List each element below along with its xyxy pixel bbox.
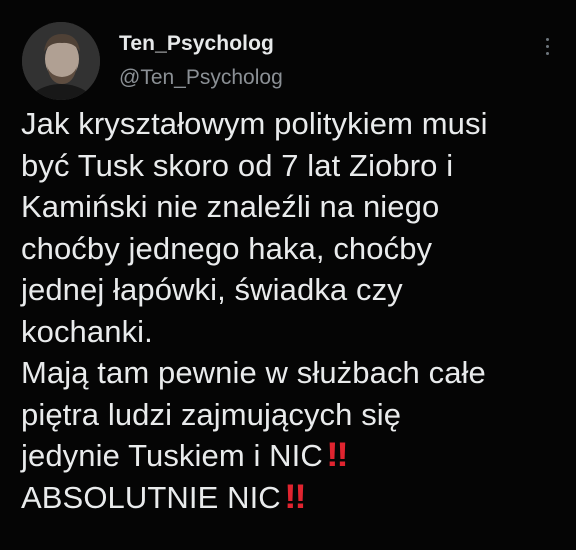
tweet-line: jednej łapówki, świadka czy — [21, 272, 403, 307]
tweet-line: być Tusk skoro od 7 lat Ziobro i — [21, 147, 454, 183]
tweet-line: Mają tam pewnie w służbach całe — [21, 355, 486, 390]
tweet-line-with-emphasis: jedynie Tuskiem i NIC‼ — [21, 435, 561, 477]
avatar-image — [22, 22, 100, 100]
tweet-line: jedynie Tuskiem i NIC — [21, 438, 323, 473]
tweet-line: kochanki. — [21, 313, 153, 349]
display-name[interactable]: Ten_Psycholog — [119, 32, 274, 56]
tweet-line-with-emphasis: ABSOLUTNIE NIC‼ — [21, 477, 561, 519]
tweet-line: piętra ludzi zajmujących się — [21, 396, 402, 432]
avatar[interactable] — [22, 22, 100, 100]
tweet-line: Kamiński nie znaleźli na niego — [21, 189, 440, 224]
double-exclamation-icon: ‼ — [325, 436, 349, 474]
user-handle[interactable]: @Ten_Psycholog — [119, 66, 283, 90]
double-exclamation-icon: ‼ — [283, 477, 307, 516]
tweet-line: choćby jednego haka, choćby — [21, 230, 433, 266]
tweet-card: Ten_Psycholog @Ten_Psycholog Jak kryszta… — [0, 0, 576, 550]
tweet-line: Jak kryształowym politykiem musi — [21, 106, 488, 141]
tweet-text: Jak kryształowym politykiem musi być Tus… — [21, 103, 561, 518]
more-options-icon[interactable] — [542, 38, 552, 60]
tweet-line: ABSOLUTNIE NIC — [21, 479, 281, 515]
